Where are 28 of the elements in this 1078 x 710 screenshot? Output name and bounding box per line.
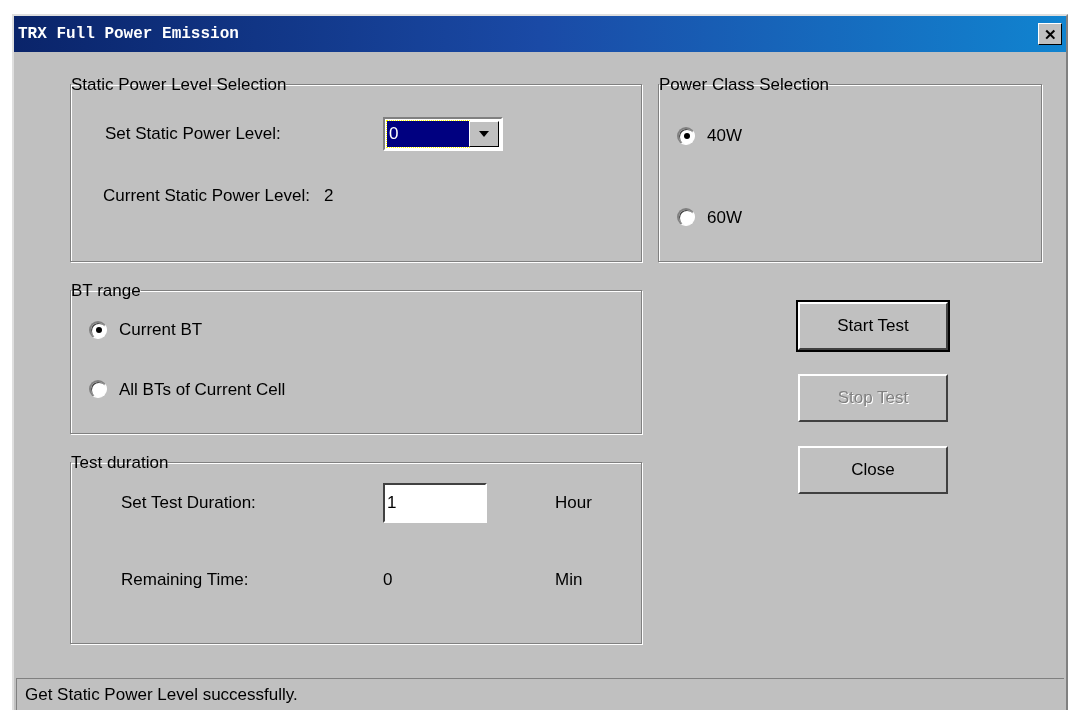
dropdown-value: 0 — [387, 121, 469, 147]
window-title: TRX Full Power Emission — [18, 24, 239, 45]
unit-label: Hour — [555, 492, 593, 515]
field-label: Current Static Power Level: — [103, 185, 310, 207]
group-title: Test duration — [71, 454, 169, 471]
field-label: Remaining Time: — [121, 569, 250, 591]
radio-label[interactable]: 60W — [707, 204, 742, 230]
radio-button[interactable] — [89, 320, 107, 339]
radio-label[interactable]: All BTs of Current Cell — [119, 376, 286, 402]
close-button[interactable]: ✕ — [1038, 23, 1062, 45]
group-title: BT range — [71, 282, 141, 299]
radio-button[interactable] — [677, 126, 695, 145]
power-level-dropdown[interactable]: 0 — [383, 117, 503, 151]
status-bar: Get Static Power Level successfully. — [16, 678, 1064, 710]
radio-label[interactable]: 40W — [707, 123, 742, 149]
current-level-value: 2 — [323, 185, 334, 207]
field-label: Set Static Power Level: — [105, 123, 282, 146]
field-label: Set Test Duration: — [121, 492, 257, 515]
radio-button[interactable] — [677, 208, 695, 227]
action-button[interactable]: Start Test — [798, 302, 948, 350]
radio-button[interactable] — [89, 380, 107, 399]
action-button[interactable]: Close — [798, 446, 948, 494]
group-title: Power Class Selection — [659, 76, 830, 93]
group-title: Static Power Level Selection — [71, 76, 287, 93]
radio-label[interactable]: Current BT — [119, 317, 203, 343]
remaining-time-value: 0 — [383, 569, 394, 591]
duration-input[interactable]: 1 — [383, 483, 487, 523]
unit-label: Min — [555, 569, 584, 591]
